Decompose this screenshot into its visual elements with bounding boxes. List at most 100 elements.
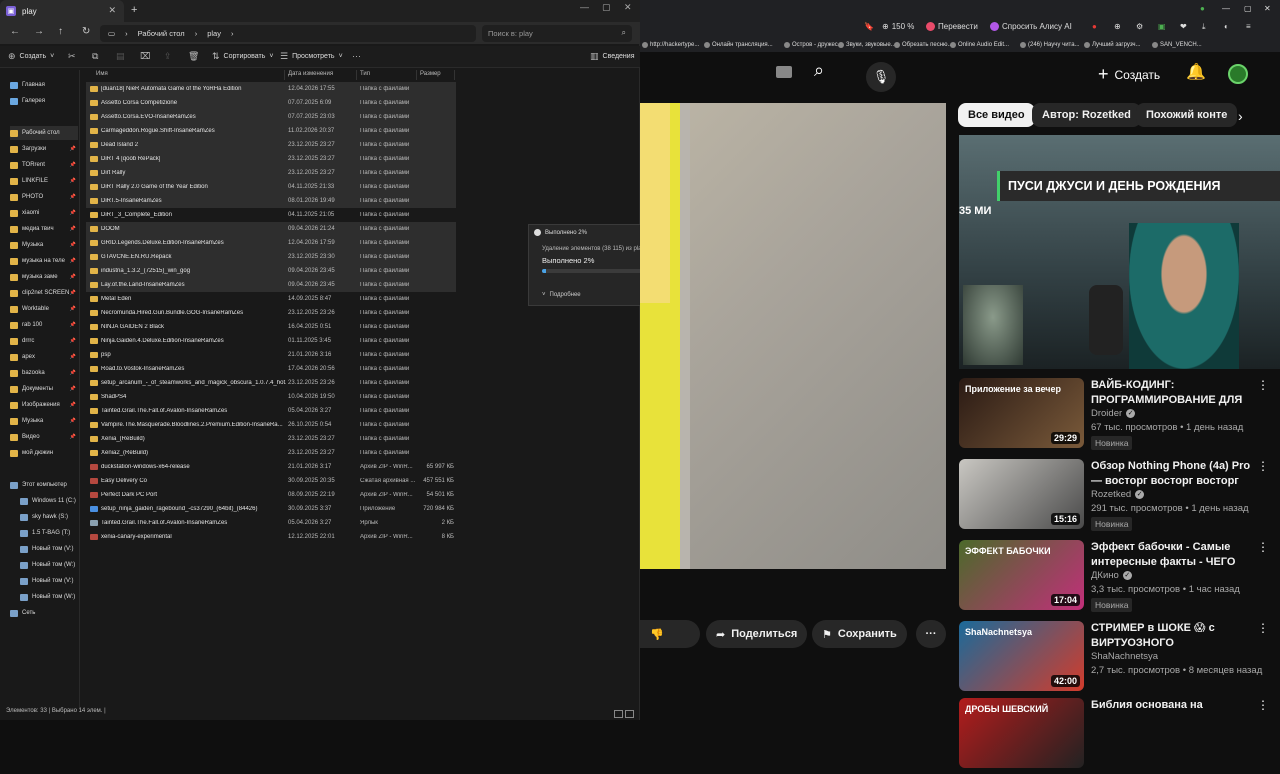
close-tab-icon[interactable]: ✕ [108, 5, 116, 16]
sidebar-item[interactable]: Изображения 📌 [10, 398, 78, 412]
sidebar-item[interactable]: bazooka 📌 [10, 366, 78, 380]
column-name[interactable]: Имя [96, 71, 108, 77]
sidebar-item[interactable]: Главная [10, 78, 78, 92]
chip-author[interactable]: Автор: Rozetked [1032, 103, 1141, 127]
alice-button[interactable]: Спросить Алису AI [990, 22, 1072, 31]
sidebar-item[interactable]: TORrent 📌 [10, 158, 78, 172]
file-row[interactable]: setup_arcanum_-_of_steamworks_and_magick… [86, 376, 456, 390]
dislike-button[interactable]: 👎 [640, 620, 700, 648]
file-row[interactable]: NINJA GAIDEN 2 Black 16.04.2025 0:51 Папка… [86, 320, 456, 334]
back-icon[interactable]: ← [10, 26, 20, 37]
search-input[interactable]: Поиск в: play ⌕ [482, 25, 632, 42]
sort-button[interactable]: ⇅ Сортировать ˅ [212, 51, 273, 62]
share-button[interactable]: ⇪ [164, 51, 172, 62]
file-row[interactable]: Lay.of.the.Land-InsaneRamZes 09.04.2026 2… [86, 278, 456, 292]
recommendation-item[interactable]: Приложение за вечер 29:29 ВАЙБ-КОДИНГ: ПРО… [959, 378, 1269, 454]
more-actions-button[interactable]: ··· [916, 620, 946, 648]
file-row[interactable]: Assetto Corsa Competizione 07.07.2025 6:0… [86, 96, 456, 110]
file-row[interactable]: Dead Island 2 23.12.2025 23:27 Папка с фай… [86, 138, 456, 152]
sidebar-item[interactable]: Worktable 📌 [10, 302, 78, 316]
file-row[interactable]: Carmageddon.Rogue.Shift-InsaneRamZes 11.0… [86, 124, 456, 138]
sidebar-item[interactable]: Рабочий стол [10, 126, 78, 140]
video-title[interactable]: Эффект бабочки - Самые интересные факты … [1091, 540, 1251, 570]
recommendation-item[interactable]: 15:16 Обзор Nothing Phone (4a) Pro — вост… [959, 459, 1269, 535]
sidebar-item[interactable]: Видео 📌 [10, 430, 78, 444]
file-row[interactable]: GRID.Legends.Deluxe.Edition-InsaneRamZes… [86, 236, 456, 250]
sidebar-item[interactable]: rab 100 📌 [10, 318, 78, 332]
delete-button[interactable]: 🗑 [188, 51, 199, 62]
extension-icon[interactable]: ▣ [1158, 22, 1166, 31]
sidebar-item[interactable]: LINKFILE 📌 [10, 174, 78, 188]
breadcrumb-play[interactable]: play [207, 29, 221, 38]
sidebar-item[interactable]: drrrc 📌 [10, 334, 78, 348]
video-title[interactable]: Обзор Nothing Phone (4a) Pro — восторг в… [1091, 459, 1251, 489]
share-button[interactable]: ➦ Поделиться [706, 620, 808, 648]
sidebar-item[interactable]: PHOTO 📌 [10, 190, 78, 204]
minimize-icon[interactable]: — [1222, 4, 1230, 13]
file-row[interactable]: DiRT.5-InsaneRamZes 08.01.2026 19:49 Папка… [86, 194, 456, 208]
profile-icon[interactable]: ● [1200, 4, 1205, 13]
bookmark-item[interactable]: http://hackertype... [642, 42, 699, 48]
bookmark-item[interactable]: SAN_VENCH... [1152, 42, 1202, 48]
more-vert-icon[interactable]: ⋮ [1257, 698, 1269, 712]
extension-icon[interactable]: ⊕ [1114, 22, 1121, 31]
more-options-button[interactable]: ··· [352, 51, 361, 61]
file-row[interactable]: DiRT_3_Complete_Edition 04.11.2025 21:05 П… [86, 208, 456, 222]
more-vert-icon[interactable]: ⋮ [1257, 621, 1269, 635]
search-icon[interactable]: ⌕ [814, 60, 824, 81]
more-details-toggle[interactable]: ˅ Подробнее [542, 292, 581, 298]
file-row[interactable]: Perfect Dark PC Port 08.09.2025 22:19 Архи… [86, 488, 456, 502]
file-row[interactable]: industria_1.3.2_(72515)_win_gog 09.04.202… [86, 264, 456, 278]
cut-button[interactable]: ✂ [68, 51, 76, 62]
sidebar-item[interactable]: Новый том (W:) [20, 558, 88, 572]
chip-related[interactable]: Похожий конте [1136, 103, 1238, 127]
bookmark-item[interactable]: Обрезать песню... [894, 42, 953, 48]
bookmark-item[interactable]: Онлайн трансляция... [704, 42, 773, 48]
avatar[interactable] [1228, 64, 1248, 84]
extension-icon[interactable]: ❤ [1180, 22, 1187, 31]
bookmark-icon[interactable]: 🔖 [864, 22, 874, 31]
sidebar-item[interactable]: clip2net SCREEN 📌 [10, 286, 78, 300]
extension-icon[interactable]: ◐ [1224, 22, 1229, 31]
bookmark-item[interactable]: Online Audio Edit... [950, 42, 1009, 48]
column-type[interactable]: Тип [360, 71, 370, 77]
file-row[interactable]: Xenia2_(ReBuild) 23.12.2025 23:27 Папка с … [86, 446, 456, 460]
chevron-right-icon[interactable]: › [1238, 108, 1243, 124]
sidebar-item[interactable]: Галерея [10, 94, 78, 108]
file-row[interactable]: Easy Delivery Co 30.09.2025 20:35 Сжатая а… [86, 474, 456, 488]
video-title[interactable]: ВАЙБ-КОДИНГ: ПРОГРАММИРОВАНИЕ ДЛЯ ... [1091, 378, 1251, 408]
file-row[interactable]: xenia-canary-experimental 12.12.2025 22:0… [86, 530, 456, 544]
download-icon[interactable]: ⤓ [1202, 22, 1206, 32]
sidebar-item[interactable]: xiaomi 📌 [10, 206, 78, 220]
file-row[interactable]: Road.to.Vostok-InsaneRamZes 17.04.2026 20… [86, 362, 456, 376]
voice-search-icon[interactable]: 🎙 [866, 62, 896, 92]
create-button[interactable]: + Создать [1098, 64, 1160, 85]
column-size[interactable]: Размер [420, 71, 441, 77]
video-thumbnail[interactable]: 15:16 [959, 459, 1084, 529]
chip-all[interactable]: Все видео [958, 103, 1035, 127]
paste-button[interactable]: ▤ [116, 51, 125, 62]
breadcrumb-desktop[interactable]: Рабочий стол [138, 29, 185, 38]
sidebar-item[interactable]: 1.5 T-BAG (T:) [20, 526, 88, 540]
new-tab-icon[interactable]: + [131, 4, 137, 16]
sidebar-item[interactable]: Музыка 📌 [10, 238, 78, 252]
video-thumbnail[interactable]: ShaNachnetsya 42:00 [959, 621, 1084, 691]
view-button[interactable]: ☰ Просмотреть ˅ [280, 51, 343, 62]
more-vert-icon[interactable]: ⋮ [1257, 459, 1269, 473]
refresh-icon[interactable]: ↻ [82, 26, 90, 37]
file-row[interactable]: setup_ninja_gaiden_ragebound_-cs37290_(6… [86, 502, 456, 516]
file-row[interactable]: psp 21.01.2026 3:16 Папка с файлами [86, 348, 456, 362]
sidebar-item[interactable]: медиа твич 📌 [10, 222, 78, 236]
details-button[interactable]: ▥ Сведения [590, 51, 635, 62]
sidebar-item[interactable]: Документы 📌 [10, 382, 78, 396]
video-player[interactable] [640, 103, 946, 569]
create-button[interactable]: ⊕ Создать ˅ [8, 51, 54, 62]
column-divider[interactable] [454, 70, 455, 80]
tiles-view-icon[interactable] [625, 710, 634, 718]
recommendation-item[interactable]: ShaNachnetsya 42:00 СТРИМЕР в ШОКЕ 😱 с ВИР… [959, 621, 1269, 697]
sidebar-item[interactable]: мой дюжин [10, 446, 78, 460]
file-row[interactable]: Assetto.Corsa.EVO-InsaneRamZes 07.07.2025… [86, 110, 456, 124]
close-window-icon[interactable]: ✕ [624, 2, 632, 13]
video-thumbnail[interactable]: Приложение за вечер 29:29 [959, 378, 1084, 448]
file-row[interactable]: Necromunda.Hired.Gun.Bundle.GOG-InsaneRa… [86, 306, 456, 320]
